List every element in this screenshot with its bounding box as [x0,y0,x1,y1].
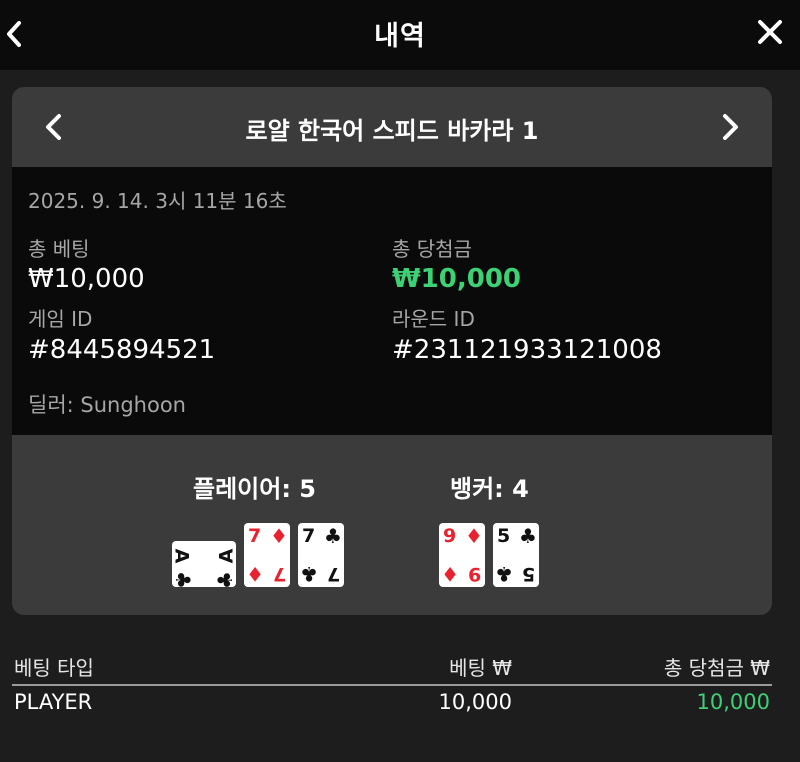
card-rank: A [215,548,238,564]
close-button[interactable] [756,18,784,46]
card-rank: 7 [326,563,340,585]
club-suit-icon: ♣ [519,524,537,548]
club-suit-icon: ♣ [213,571,238,589]
game-id-label: 게임 ID [28,307,93,331]
game-id-value: #8445894521 [28,335,216,365]
dealer-name: 딜러: Sunghoon [28,393,186,417]
round-id-value: #231121933121008 [392,335,662,365]
total-win-value: ₩10,000 [392,264,522,294]
bet-type-cell: PLAYER [14,690,93,714]
club-suit-icon: ♣ [495,562,513,586]
top-bar: 내역 [0,0,800,70]
card-rank: A [170,548,193,564]
page-title: 내역 [374,21,426,52]
player-score: 플레이어: 5 [193,475,316,503]
card-rank: 5 [521,563,535,585]
card-rank: 7 [302,525,316,547]
round-card-header: 로얄 한국어 스피드 바카라 1 [12,87,772,167]
card-rank: 9 [443,525,457,547]
total-bet-value: ₩10,000 [28,264,145,294]
card-rank: 7 [248,525,262,547]
club-suit-icon: ♣ [324,524,342,548]
total-win-label: 총 당첨금 [392,237,472,261]
round-results: 플레이어: 5 뱅커: 4 A ♣ A ♣ 7 ♦ 7 ♦ 7 ♣ 7 ♣ 9 … [12,435,772,615]
col-header-bet: 베팅 ₩ [449,656,512,680]
banker-card-1: 9 ♦ 9 ♦ [439,523,485,587]
player-card-3: 7 ♣ 7 ♣ [298,523,344,587]
round-id-label: 라운드 ID [392,307,475,331]
player-card-1: A ♣ A ♣ [170,541,238,589]
bet-amount-cell: 10,000 [438,690,512,714]
next-round-button[interactable] [716,109,746,145]
diamond-suit-icon: ♦ [465,524,483,548]
table-name: 로얄 한국어 스피드 바카라 1 [245,117,539,145]
card-rank: 5 [497,525,511,547]
chevron-right-icon [723,114,738,140]
win-amount-cell: 10,000 [696,690,770,714]
player-card-2: 7 ♦ 7 ♦ [244,523,290,587]
card-rank: 7 [272,563,286,585]
diamond-suit-icon: ♦ [441,562,459,586]
round-datetime: 2025. 9. 14. 3시 11분 16초 [28,189,287,213]
banker-card-2: 5 ♣ 5 ♣ [493,523,539,587]
diamond-suit-icon: ♦ [270,524,288,548]
col-header-bet-type: 베팅 타입 [14,656,94,680]
round-details: 2025. 9. 14. 3시 11분 16초 총 베팅 ₩10,000 총 당… [12,167,772,435]
card-rank: 9 [467,563,481,585]
banker-score: 뱅커: 4 [450,475,529,503]
diamond-suit-icon: ♦ [246,562,264,586]
table-divider [12,684,772,686]
round-card: 로얄 한국어 스피드 바카라 1 2025. 9. 14. 3시 11분 16초… [12,87,772,615]
close-icon [758,20,782,44]
col-header-total-win: 총 당첨금 ₩ [663,656,770,680]
club-suit-icon: ♣ [300,562,318,586]
total-bet-label: 총 베팅 [28,237,90,261]
club-suit-icon: ♣ [170,571,195,589]
